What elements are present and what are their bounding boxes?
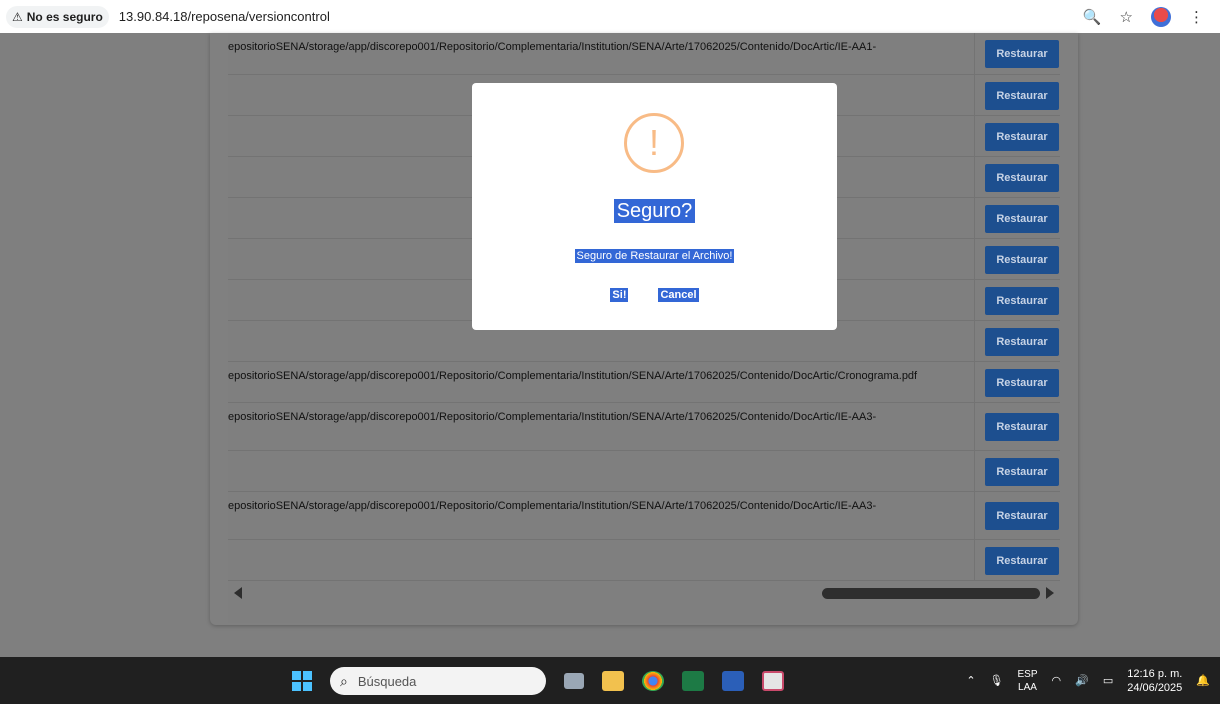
action-cell: Restaurar xyxy=(974,451,1060,491)
action-cell: Restaurar xyxy=(974,321,1060,361)
security-chip[interactable]: ⚠ No es seguro xyxy=(6,5,109,28)
file-path: epositorioSENA/storage/app/discorepo001/… xyxy=(228,370,918,382)
browser-address-bar: ⚠ No es seguro 13.90.84.18/reposena/vers… xyxy=(0,0,1220,33)
table-row: epositorioSENA/storage/app/discorepo001/… xyxy=(228,362,1060,403)
taskbar-center: ⌕ Búsqueda xyxy=(292,666,784,696)
action-cell: Restaurar xyxy=(974,239,1060,279)
table-row: Restaurar xyxy=(228,540,1060,581)
restore-button[interactable]: Restaurar xyxy=(985,413,1059,441)
security-label: No es seguro xyxy=(26,9,103,24)
action-cell: Restaurar xyxy=(974,280,1060,320)
taskbar: ⌕ Búsqueda ⌃ 🎙 ESP LAA ◠ 🔊 ▭ 12:16 p. m.… xyxy=(0,657,1220,704)
file-path: epositorioSENA/storage/app/discorepo001/… xyxy=(228,41,877,53)
clock[interactable]: 12:16 p. m. 24/06/2025 xyxy=(1127,667,1182,695)
volume-icon[interactable]: 🔊 xyxy=(1075,674,1089,687)
restore-button[interactable]: Restaurar xyxy=(985,369,1059,397)
scroll-right-arrow-icon[interactable] xyxy=(1046,587,1054,599)
restore-button[interactable]: Restaurar xyxy=(985,328,1059,356)
scroll-left-arrow-icon[interactable] xyxy=(234,587,242,599)
file-path: epositorioSENA/storage/app/discorepo001/… xyxy=(228,500,877,512)
table-row: epositorioSENA/storage/app/discorepo001/… xyxy=(228,33,1060,75)
url-text[interactable]: 13.90.84.18/reposena/versioncontrol xyxy=(119,9,330,24)
action-cell: Restaurar xyxy=(974,540,1060,580)
restore-button[interactable]: Restaurar xyxy=(985,287,1059,315)
profile-avatar[interactable] xyxy=(1151,6,1171,27)
excel-icon[interactable] xyxy=(682,671,704,691)
cancel-button[interactable]: Cancel xyxy=(658,288,699,302)
restore-button[interactable]: Restaurar xyxy=(985,502,1059,530)
search-icon: ⌕ xyxy=(340,672,348,689)
table-row: Restaurar xyxy=(228,451,1060,492)
file-explorer-icon[interactable] xyxy=(602,671,624,691)
confirm-dialog: ! Seguro? Seguro de Restaurar el Archivo… xyxy=(472,83,837,330)
word-icon[interactable] xyxy=(722,671,744,691)
confirm-button[interactable]: Si! xyxy=(610,288,629,302)
file-path: epositorioSENA/storage/app/discorepo001/… xyxy=(228,411,877,423)
action-cell: Restaurar xyxy=(974,116,1060,156)
restore-button[interactable]: Restaurar xyxy=(985,246,1059,274)
warning-triangle-icon: ⚠ xyxy=(12,9,23,24)
action-cell: Restaurar xyxy=(974,157,1060,197)
action-cell: Restaurar xyxy=(974,362,1060,402)
action-cell: Restaurar xyxy=(974,403,1060,450)
battery-icon[interactable]: ▭ xyxy=(1103,674,1113,687)
clock-time: 12:16 p. m. xyxy=(1127,667,1183,680)
scrollbar-thumb[interactable] xyxy=(822,588,1040,599)
language-code: ESP xyxy=(1017,668,1038,680)
restore-button[interactable]: Restaurar xyxy=(985,40,1059,68)
action-cell: Restaurar xyxy=(974,492,1060,539)
restore-button[interactable]: Restaurar xyxy=(985,164,1059,192)
taskbar-search[interactable]: ⌕ Búsqueda xyxy=(330,667,546,695)
action-cell: Restaurar xyxy=(974,198,1060,238)
clock-date: 24/06/2025 xyxy=(1127,681,1183,694)
table-row: epositorioSENA/storage/app/discorepo001/… xyxy=(228,403,1060,451)
dialog-message: Seguro de Restaurar el Archivo! xyxy=(574,249,735,263)
system-tray: ⌃ 🎙 ESP LAA ◠ 🔊 ▭ 12:16 p. m. 24/06/2025… xyxy=(966,657,1210,704)
snipping-tool-icon[interactable] xyxy=(762,671,784,691)
search-placeholder: Búsqueda xyxy=(357,673,417,689)
task-view-icon[interactable] xyxy=(564,673,584,689)
chevron-up-icon[interactable]: ⌃ xyxy=(966,674,975,687)
more-menu-icon[interactable]: ⋮ xyxy=(1189,8,1204,26)
restore-button[interactable]: Restaurar xyxy=(985,458,1059,486)
restore-button[interactable]: Restaurar xyxy=(985,123,1059,151)
restore-button[interactable]: Restaurar xyxy=(985,205,1059,233)
bookmark-star-icon[interactable]: ☆ xyxy=(1120,8,1133,26)
windows-start-icon[interactable] xyxy=(292,671,312,691)
notification-bell-icon[interactable]: 🔔 xyxy=(1196,674,1210,687)
restore-button[interactable]: Restaurar xyxy=(985,82,1059,110)
microphone-icon[interactable]: 🎙 xyxy=(990,674,1004,687)
wifi-icon[interactable]: ◠ xyxy=(1052,674,1062,687)
dialog-title: Seguro? xyxy=(613,199,696,223)
action-cell: Restaurar xyxy=(974,33,1060,74)
browser-actions: 🔍 ☆ ⋮ xyxy=(1083,0,1204,33)
chrome-icon[interactable] xyxy=(642,671,664,691)
keyboard-layout: LAA xyxy=(1018,681,1037,693)
action-cell: Restaurar xyxy=(974,75,1060,115)
dialog-actions: Si! Cancel xyxy=(472,288,837,302)
table-row: epositorioSENA/storage/app/discorepo001/… xyxy=(228,492,1060,540)
horizontal-scrollbar[interactable] xyxy=(228,583,1060,605)
restore-button[interactable]: Restaurar xyxy=(985,547,1059,575)
zoom-icon[interactable]: 🔍 xyxy=(1083,8,1102,26)
language-indicator[interactable]: ESP LAA xyxy=(1018,668,1038,694)
warning-exclamation-icon: ! xyxy=(624,113,684,173)
